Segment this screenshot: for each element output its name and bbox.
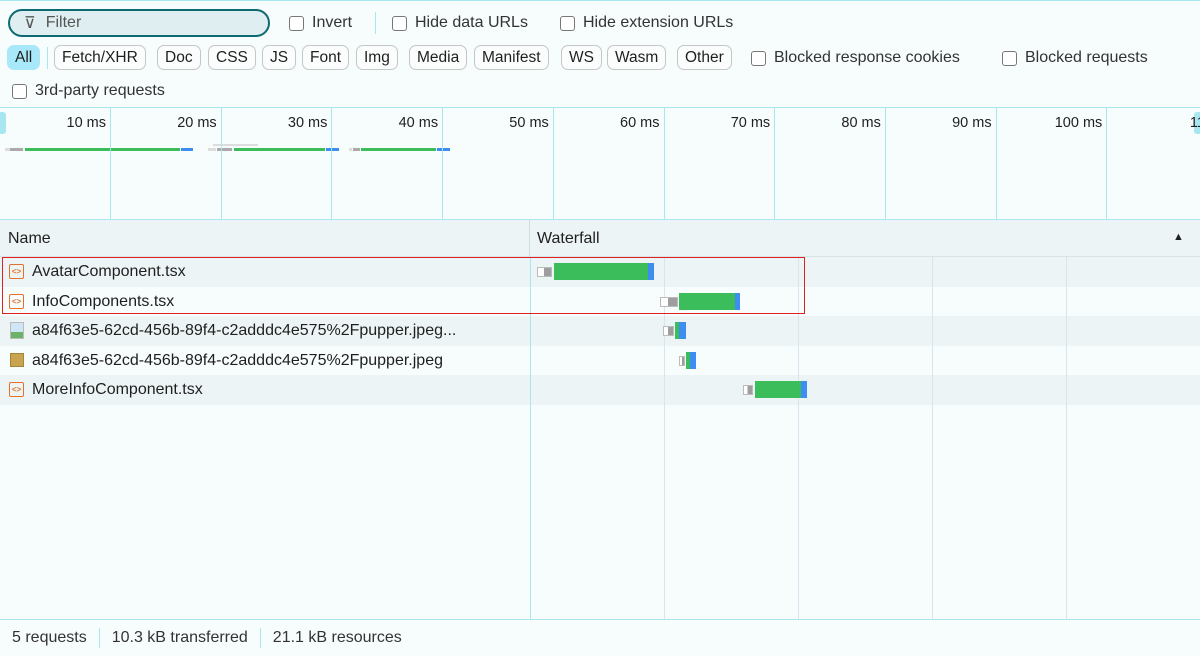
filter-input[interactable]: ⊽ Filter: [8, 9, 270, 37]
divider: [375, 12, 376, 34]
sort-ascending-icon[interactable]: ▲: [1173, 231, 1184, 243]
receive-segment[interactable]: [690, 351, 696, 369]
download-segment[interactable]: [755, 381, 801, 398]
type-filter-media[interactable]: Media: [409, 45, 468, 70]
image-thumbnail-icon: [10, 352, 24, 367]
request-name: a84f63e5-62cd-456b-89f4-c2adddc4e575%2Fp…: [32, 351, 443, 369]
type-filter-css[interactable]: CSS: [208, 45, 256, 70]
type-filter-all[interactable]: All: [7, 45, 41, 70]
type-filter-fetch-xhr[interactable]: Fetch/XHR: [54, 45, 146, 70]
overview-tick-label: 40 ms: [398, 115, 439, 131]
overview-tick-label: 110: [1189, 115, 1200, 131]
type-filter-js[interactable]: JS: [262, 45, 297, 70]
waiting-segment[interactable]: [743, 385, 753, 395]
receive-segment[interactable]: [801, 381, 807, 398]
receive-segment[interactable]: [679, 322, 686, 339]
overview-gridline: [442, 108, 444, 220]
third-party-requests-checkbox[interactable]: 3rd-party requests: [12, 82, 165, 100]
overview-tick-label: 70 ms: [730, 115, 771, 131]
overview-tick-label: 60 ms: [620, 115, 660, 131]
type-filter-doc[interactable]: Doc: [157, 45, 201, 70]
divider: [47, 47, 48, 69]
invert-checkbox[interactable]: Invert: [289, 14, 352, 32]
blocked-requests-checkbox[interactable]: Blocked requests: [1002, 49, 1148, 67]
request-name: MoreInfoComponent.tsx: [32, 381, 203, 398]
overview-tick-label: 10 ms: [66, 115, 107, 131]
type-filter-manifest[interactable]: Manifest: [474, 45, 549, 70]
overview-tick-label: 30 ms: [287, 115, 328, 131]
hide-extension-urls-checkbox[interactable]: Hide extension URLs: [560, 14, 733, 32]
type-filter-font[interactable]: Font: [302, 45, 350, 70]
request-name: a84f63e5-62cd-456b-89f4-c2adddc4e575%2Fp…: [32, 322, 457, 339]
overview-gridline: [995, 108, 997, 220]
overview-bar: [25, 148, 180, 151]
type-filter-wasm[interactable]: Wasm: [607, 45, 667, 70]
type-filter-ws[interactable]: WS: [561, 45, 602, 70]
top-border: [0, 0, 1200, 4]
overview-gridline: [331, 108, 333, 220]
resources-size: 21.1 kB resources: [272, 629, 402, 646]
hide-data-urls-checkbox[interactable]: Hide data URLs: [392, 14, 528, 32]
column-header-name[interactable]: Name: [8, 230, 51, 248]
waiting-segment[interactable]: [679, 355, 685, 366]
overview-tick-label: 100 ms: [1054, 115, 1103, 131]
request-row[interactable]: <> MoreInfoComponent.tsx: [0, 375, 1200, 405]
column-header-waterfall[interactable]: Waterfall: [537, 230, 600, 248]
overview-gridline: [774, 108, 776, 220]
type-filter-img[interactable]: Img: [356, 45, 398, 70]
overview-gridline: [220, 108, 222, 220]
overview-gridline: [110, 108, 111, 220]
overview-tick-label: 20 ms: [177, 115, 217, 131]
overview-tick-label: 50 ms: [509, 115, 549, 131]
overview-gridline: [663, 108, 665, 220]
requests-count: 5 requests: [12, 629, 87, 646]
overview-left-handle[interactable]: [0, 112, 6, 134]
script-icon: <>: [9, 382, 24, 397]
timeline-overview[interactable]: 10 ms 20 ms 30 ms 40 ms 50 ms 60 ms 70 ms 80 ms…: [0, 107, 1200, 220]
highlight-box: [2, 257, 805, 314]
overview-bar: [234, 148, 325, 151]
transferred-size: 10.3 kB transferred: [111, 629, 248, 646]
image-icon: [10, 322, 24, 339]
overview-gridline: [884, 108, 886, 220]
overview-tick-label: 90 ms: [952, 115, 992, 131]
overview-gridline: [1106, 108, 1108, 220]
request-row[interactable]: a84f63e5-62cd-456b-89f4-c2adddc4e575%2Fp…: [0, 316, 1200, 346]
type-filter-other[interactable]: Other: [677, 45, 732, 70]
waiting-segment[interactable]: [663, 326, 674, 336]
request-row[interactable]: a84f63e5-62cd-456b-89f4-c2adddc4e575%2Fp…: [0, 346, 1200, 376]
overview-gridline: [552, 108, 554, 220]
status-bar: 5 requests 10.3 kB transferred 21.1 kB r…: [0, 619, 1200, 656]
overview-tick-label: 80 ms: [841, 115, 881, 131]
blocked-response-cookies-checkbox[interactable]: Blocked response cookies: [751, 49, 960, 67]
overview-bar: [361, 148, 436, 151]
filter-icon: ⊽: [24, 15, 36, 32]
table-header: Name Waterfall ▲: [0, 220, 1200, 257]
